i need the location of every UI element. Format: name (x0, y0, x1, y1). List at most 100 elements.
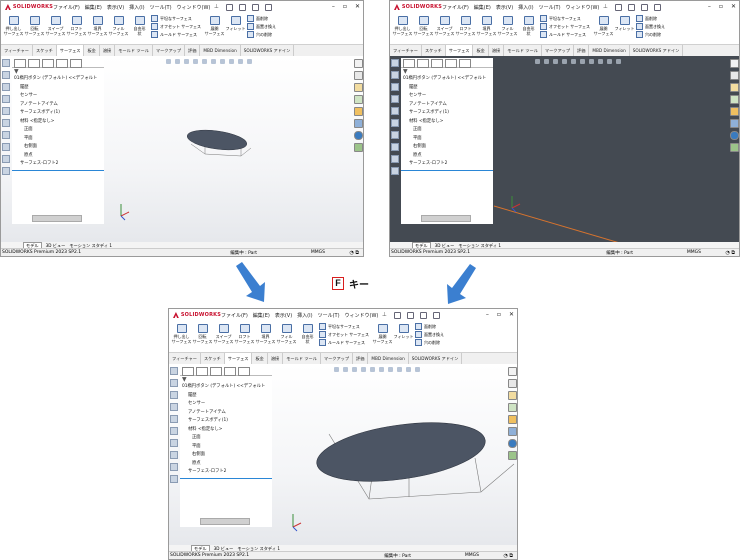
message-icon[interactable]: ◔ ⧉ (503, 553, 513, 559)
ruled-surface-button[interactable]: ルールド サーフェス (151, 31, 201, 38)
scene-icon[interactable] (607, 59, 612, 64)
previous-view-icon[interactable] (352, 367, 357, 372)
tree-item-top-plane[interactable]: 平面 (182, 443, 272, 452)
offset-surface-button[interactable]: オフセット サーフェス (151, 23, 201, 30)
freeform-button[interactable]: 自由形 状 (518, 16, 539, 36)
offset-surface-button[interactable]: オフセット サーフェス (319, 331, 369, 338)
task-icon[interactable] (391, 83, 399, 91)
ruled-surface-button[interactable]: ルールド サーフェス (540, 31, 590, 38)
offset-surface-button[interactable]: オフセット サーフェス (540, 23, 590, 30)
tab-mold-tools[interactable]: モールド ツール (115, 45, 153, 56)
delete-hole-button[interactable]: 穴の削除 (636, 31, 665, 38)
tree-item-origin[interactable]: 原点 (14, 152, 104, 161)
delete-hole-button[interactable]: 穴の削除 (247, 31, 276, 38)
task-icon[interactable] (170, 475, 178, 483)
appearances-icon[interactable] (508, 415, 517, 424)
revolved-surface-button[interactable]: 回転 サーフェス (413, 16, 434, 36)
tab-mbd-dimension[interactable]: MBD Dimension (368, 353, 409, 364)
appearance-icon[interactable] (397, 367, 402, 372)
units-label[interactable]: MMGS (465, 553, 479, 558)
display-style-icon[interactable] (580, 59, 585, 64)
replace-face-button[interactable]: 面置き換え (247, 23, 276, 30)
tab-addins[interactable]: SOLIDWORKS アドイン (241, 45, 295, 56)
tree-item-history[interactable]: 履歴 (403, 84, 493, 93)
previous-view-icon[interactable] (553, 59, 558, 64)
boundary-surface-button[interactable]: 境界 サーフェス (255, 324, 276, 344)
solidworks-forum-icon[interactable] (508, 439, 517, 448)
close-icon[interactable]: ✕ (355, 3, 360, 10)
solidworks-forum-icon[interactable] (730, 131, 739, 140)
new-document-icon[interactable] (628, 3, 636, 11)
filter-icon[interactable]: ▼ (14, 68, 104, 75)
tree-item-sensors[interactable]: センサー (14, 92, 104, 101)
resources-icon[interactable] (730, 59, 739, 68)
menu-insert[interactable]: 挿入(I) (518, 4, 533, 11)
tab-markup[interactable]: マークアップ (542, 45, 575, 56)
appearance-icon[interactable] (229, 59, 234, 64)
design-library-icon[interactable] (508, 379, 517, 388)
property-manager-tab[interactable] (28, 59, 40, 68)
custom-properties-icon[interactable] (354, 119, 363, 128)
tab-surfaces[interactable]: サーフェス (56, 45, 85, 56)
tree-scrollbar[interactable] (32, 215, 82, 222)
tab-weldments[interactable]: 溶接 (268, 353, 284, 364)
tab-evaluate[interactable]: 評価 (353, 353, 369, 364)
task-icon[interactable] (2, 155, 10, 163)
menu-tools[interactable]: ツール(T) (318, 312, 340, 319)
user-icon[interactable] (433, 311, 441, 319)
tab-weldments[interactable]: 溶接 (489, 45, 505, 56)
new-document-icon[interactable] (239, 3, 247, 11)
feature-manager-tab[interactable] (182, 367, 194, 376)
tree-item-top-plane[interactable]: 平面 (403, 135, 493, 144)
tree-item-top-plane[interactable]: 平面 (14, 135, 104, 144)
lofted-surface-button[interactable]: ロフト サーフェス (66, 16, 87, 36)
planar-surface-button[interactable]: 平坦なサーフェス (151, 15, 201, 22)
menu-file[interactable]: ファイル(F) (53, 4, 80, 11)
close-icon[interactable]: ✕ (509, 311, 514, 318)
file-explorer-icon[interactable] (354, 83, 363, 92)
solidworks-logo[interactable]: SOLIDWORKS (173, 312, 221, 318)
view-palette-icon[interactable] (508, 403, 517, 412)
tree-item-sensors[interactable]: センサー (403, 92, 493, 101)
tree-item-front-plane[interactable]: 正面 (14, 126, 104, 135)
menu-file[interactable]: ファイル(F) (221, 312, 248, 319)
display-manager-tab[interactable] (238, 367, 250, 376)
graphics-area[interactable]: ▼ 01楕円ボタン (デフォルト) <<デフォルト 履歴 センサー アノテートア… (390, 56, 739, 242)
config-manager-tab[interactable] (210, 367, 222, 376)
dim-xpert-tab[interactable] (445, 59, 457, 68)
solidworks-logo[interactable]: SOLIDWORKS (394, 4, 442, 10)
tab-features[interactable]: フィーチャー (1, 45, 33, 56)
appearances-icon[interactable] (730, 107, 739, 116)
task-pane-icon[interactable] (354, 143, 363, 152)
tree-item-surface-bodies[interactable]: サーフェスボディ(1) (182, 417, 272, 426)
tree-item-annotations[interactable]: アノテートアイテム (182, 409, 272, 418)
tree-item-surface-bodies[interactable]: サーフェスボディ(1) (403, 109, 493, 118)
fillet-button[interactable]: フィレット (393, 324, 414, 339)
filled-surface-button[interactable]: フィル サーフェス (497, 16, 518, 36)
task-icon[interactable] (2, 167, 10, 175)
menu-insert[interactable]: 挿入(I) (297, 312, 312, 319)
tab-sheet-metal[interactable]: 板金 (84, 45, 100, 56)
delete-face-button[interactable]: 面削除 (636, 15, 665, 22)
display-manager-tab[interactable] (70, 59, 82, 68)
task-icon[interactable] (170, 427, 178, 435)
tree-item-front-plane[interactable]: 正面 (182, 434, 272, 443)
property-manager-tab[interactable] (196, 367, 208, 376)
tab-sketch[interactable]: スケッチ (422, 45, 446, 56)
filled-surface-button[interactable]: フィル サーフェス (108, 16, 129, 36)
tab-features[interactable]: フィーチャー (169, 353, 201, 364)
task-icon[interactable] (391, 95, 399, 103)
filter-icon[interactable]: ▼ (182, 376, 272, 383)
view-orientation-icon[interactable] (370, 367, 375, 372)
tab-markup[interactable]: マークアップ (153, 45, 186, 56)
delete-face-button[interactable]: 面削除 (415, 323, 444, 330)
task-icon[interactable] (170, 451, 178, 459)
extruded-surface-button[interactable]: 押し出し サーフェス (171, 324, 192, 344)
config-manager-tab[interactable] (431, 59, 443, 68)
scene-icon[interactable] (406, 367, 411, 372)
tab-sheet-metal[interactable]: 板金 (252, 353, 268, 364)
home-icon[interactable] (226, 3, 234, 11)
tree-item-right-plane[interactable]: 右側面 (182, 451, 272, 460)
tab-sheet-metal[interactable]: 板金 (473, 45, 489, 56)
tree-item-surface-loft[interactable]: サーフェス-ロフト2 (14, 160, 104, 169)
